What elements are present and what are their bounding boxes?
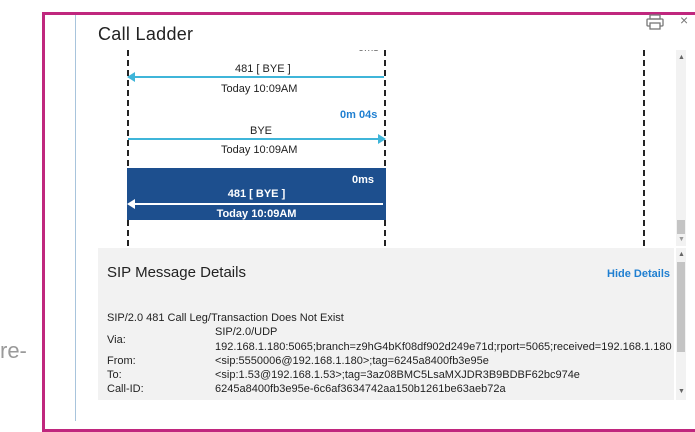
modal-title: Call Ladder bbox=[98, 24, 194, 44]
from-label: From: bbox=[107, 355, 136, 367]
scroll-up-icon[interactable]: ▲ bbox=[678, 251, 685, 258]
ladder-scrollbar[interactable]: ▲ ▼ bbox=[676, 50, 686, 246]
to-label: To: bbox=[107, 369, 122, 381]
modal-left-divider bbox=[75, 15, 76, 421]
message-time: Today 10:09AM bbox=[216, 208, 297, 220]
message-time: Today 10:09AM bbox=[221, 144, 298, 156]
elapsed-label: 0ms bbox=[358, 50, 379, 54]
message-label: BYE bbox=[250, 125, 273, 137]
elapsed-label: 0ms bbox=[351, 174, 374, 186]
printer-icon[interactable] bbox=[646, 14, 664, 30]
close-icon[interactable]: × bbox=[680, 12, 688, 28]
via-value-line2: 192.168.1.180:5065;branch=z9hG4bKf08df90… bbox=[215, 341, 672, 353]
details-scrollbar[interactable]: ▲ ▼ bbox=[676, 248, 686, 400]
message-label: 481 [ BYE ] bbox=[227, 188, 286, 200]
message-arrow bbox=[133, 76, 384, 78]
call-ladder-diagram: 0ms 481 [ BYE ] Today 10:09AM 0m 04s BYE… bbox=[78, 50, 676, 246]
elapsed-label: 0m 04s bbox=[340, 109, 378, 121]
from-value: <sip:5550006@192.168.1.180>;tag=6245a840… bbox=[215, 355, 489, 367]
scroll-down-icon[interactable]: ▼ bbox=[678, 236, 685, 243]
message-time: Today 10:09AM bbox=[221, 83, 298, 95]
scroll-up-icon[interactable]: ▲ bbox=[678, 54, 685, 61]
sip-status-line: SIP/2.0 481 Call Leg/Transaction Does No… bbox=[107, 312, 344, 324]
scroll-thumb[interactable] bbox=[677, 262, 685, 352]
scroll-thumb[interactable] bbox=[677, 220, 685, 234]
via-value-line1: SIP/2.0/UDP bbox=[215, 326, 278, 338]
ladder-message-selected[interactable]: 0ms 481 [ BYE ] Today 10:09AM bbox=[127, 168, 386, 220]
message-arrow bbox=[133, 203, 383, 205]
callid-value: 6245a8400fb3e95e-6c6af3634742aa150b1261b… bbox=[215, 383, 506, 395]
message-label: 481 [ BYE ] bbox=[235, 63, 291, 75]
endpoint-line-right bbox=[643, 50, 645, 246]
background-partial-text: re- bbox=[0, 338, 27, 363]
details-title: SIP Message Details bbox=[107, 264, 246, 281]
message-arrow bbox=[128, 138, 378, 140]
via-label: Via: bbox=[107, 334, 126, 346]
scroll-down-icon[interactable]: ▼ bbox=[678, 388, 685, 395]
arrow-head-right bbox=[378, 134, 386, 144]
callid-label: Call-ID: bbox=[107, 383, 144, 395]
hide-details-link[interactable]: Hide Details bbox=[607, 268, 670, 280]
sip-message-details-panel: SIP Message Details Hide Details SIP/2.0… bbox=[98, 248, 674, 400]
to-value: <sip:1.53@192.168.1.53>;tag=3az08BMC5Lsa… bbox=[215, 369, 580, 381]
